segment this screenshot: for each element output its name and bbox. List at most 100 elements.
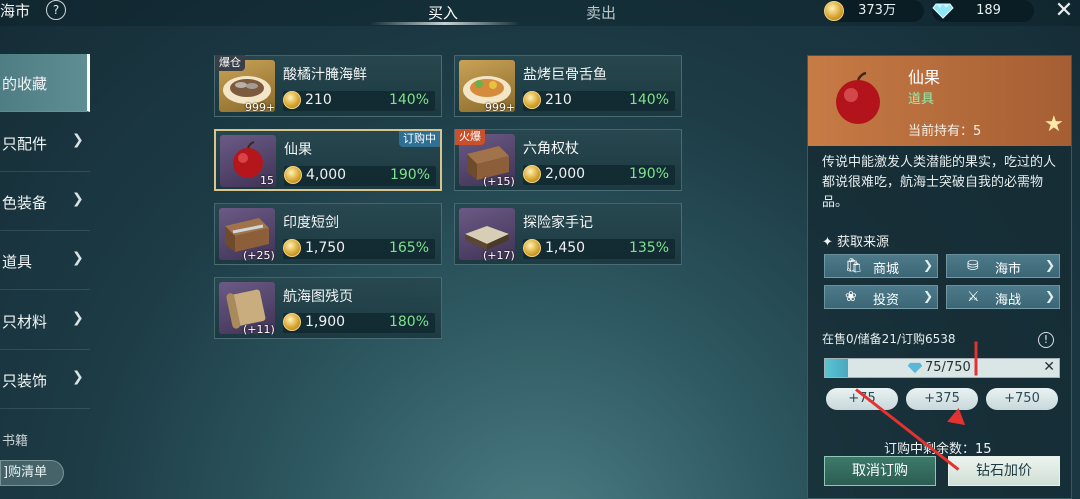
chevron-right-icon: ❯	[1044, 289, 1055, 303]
item-name: 六角权杖	[523, 141, 579, 157]
favorite-star-icon[interactable]: ★	[1044, 112, 1064, 137]
item-percent: 135%	[628, 240, 669, 256]
item-quantity: 999+	[245, 101, 276, 114]
source-label: 投资	[873, 293, 900, 308]
diamond-progress-bar: 75/750 ✕	[824, 358, 1060, 378]
sidebar-item-parts[interactable]: 只配件 ❯	[0, 114, 90, 172]
item-quantity: (+15)	[483, 175, 515, 188]
detail-item-type: 道具	[908, 92, 935, 107]
clear-icon[interactable]: ✕	[1043, 359, 1055, 375]
item-price: 1,900	[305, 314, 346, 330]
sidebar-item-books[interactable]: 书籍	[0, 410, 90, 449]
item-price: 1,750	[305, 240, 346, 256]
coin-icon	[824, 0, 844, 21]
diamond-balance: 189	[932, 0, 1034, 22]
sidebar-item-materials[interactable]: 只材料 ❯	[0, 292, 90, 350]
sidebar-item-label: 道具	[2, 253, 33, 271]
item-percent: 165%	[388, 240, 429, 256]
source-label: 商城	[873, 262, 900, 277]
item-price: 2,000	[545, 166, 586, 182]
item-quantity: 999+	[485, 101, 516, 114]
stock-info: 在售0/储备21/订购6538	[822, 332, 956, 346]
sidebar-item-props[interactable]: 道具 ❯	[0, 232, 90, 290]
tab-buy-underline	[370, 22, 520, 25]
sidebar-item-label: 只材料	[2, 313, 48, 331]
coin-amount: 373万	[858, 3, 896, 18]
item-name: 酸橘汁腌海鲜	[283, 67, 367, 83]
item-card[interactable]: (+11) 航海图残页 1,900 180%	[214, 277, 442, 339]
item-name: 盐烤巨骨舌鱼	[523, 67, 607, 83]
chevron-right-icon: ❯	[72, 310, 84, 326]
buy-list-button[interactable]: ]购清单	[0, 460, 64, 486]
item-card-selected[interactable]: 订购中 15 仙果 4,000 190%	[214, 129, 442, 191]
diamond-amount: 189	[976, 3, 1001, 18]
coin-icon	[523, 165, 541, 183]
page-title: 海市	[0, 2, 31, 20]
price-row: 1,750 165%	[283, 239, 435, 259]
source-label: 海战	[995, 293, 1022, 308]
source-button-invest[interactable]: ❀ 投资 ❯	[824, 285, 938, 309]
coin-balance: 373万	[824, 0, 924, 22]
diamond-icon	[932, 3, 954, 19]
shop-bag-icon: 🛍	[845, 258, 863, 274]
status-badge: 爆仓	[215, 55, 245, 71]
tab-sell[interactable]: 卖出	[586, 2, 616, 23]
annotation-arrow	[974, 341, 978, 376]
price-row: 1,450 135%	[523, 239, 675, 259]
sidebar-item-favorites[interactable]: 的收藏	[0, 54, 90, 112]
detail-item-name: 仙果	[908, 68, 941, 87]
hot-badge: 火爆	[455, 129, 485, 145]
source-title: ✦ 获取来源	[822, 235, 890, 250]
sidebar-item-label: 的收藏	[2, 75, 48, 93]
info-icon[interactable]: !	[1038, 332, 1054, 348]
item-card[interactable]: 爆仓 999+ 酸橘汁腌海鲜 210 140%	[214, 55, 442, 117]
progress-text: 75/750	[925, 360, 971, 375]
price-row: 1,900 180%	[283, 313, 435, 333]
help-icon[interactable]: ?	[46, 0, 66, 20]
item-card[interactable]: (+25) 印度短剑 1,750 165%	[214, 203, 442, 265]
increment-750-button[interactable]: +750	[986, 388, 1058, 410]
item-name: 印度短剑	[283, 215, 339, 231]
item-price: 4,000	[306, 167, 347, 183]
market-icon: ⛁	[967, 258, 979, 274]
diamond-raise-button[interactable]: 钻石加价	[948, 456, 1060, 486]
chevron-right-icon: ❯	[1044, 258, 1055, 272]
coin-icon	[283, 313, 301, 331]
item-percent: 190%	[628, 166, 669, 182]
sidebar-item-label: 书籍	[2, 434, 29, 449]
item-name: 航海图残页	[283, 289, 353, 305]
item-card[interactable]: (+17) 探险家手记 1,450 135%	[454, 203, 682, 265]
source-button-market[interactable]: ⛁ 海市 ❯	[946, 254, 1060, 278]
source-button-mall[interactable]: 🛍 商城 ❯	[824, 254, 938, 278]
chevron-right-icon: ❯	[922, 289, 933, 303]
item-quantity: 15	[260, 174, 274, 187]
sidebar-item-decorations[interactable]: 只装饰 ❯	[0, 351, 90, 409]
chevron-right-icon: ❯	[72, 132, 84, 148]
item-card[interactable]: 999+ 盐烤巨骨舌鱼 210 140%	[454, 55, 682, 117]
sidebar-item-label: 只配件	[2, 135, 48, 153]
sidebar-item-equipment[interactable]: 色装备 ❯	[0, 173, 90, 231]
cancel-order-button[interactable]: 取消订购	[824, 456, 936, 486]
item-price: 210	[305, 92, 332, 108]
increment-375-button[interactable]: +375	[906, 388, 978, 410]
item-percent: 140%	[628, 92, 669, 108]
coin-icon	[284, 166, 302, 184]
item-card[interactable]: 火爆 (+15) 六角权杖 2,000 190%	[454, 129, 682, 191]
chevron-right-icon: ❯	[72, 191, 84, 207]
price-row: 4,000 190%	[284, 166, 436, 186]
tab-buy[interactable]: 买入	[428, 2, 458, 23]
crossed-swords-icon: ⚔	[967, 289, 980, 305]
sidebar-item-label: 只装饰	[2, 372, 48, 390]
chevron-right-icon: ❯	[72, 369, 84, 385]
item-quantity: (+25)	[243, 249, 275, 262]
item-percent: 140%	[388, 92, 429, 108]
coin-icon	[283, 239, 301, 257]
item-quantity: (+17)	[483, 249, 515, 262]
price-row: 210 140%	[283, 91, 435, 111]
price-row: 2,000 190%	[523, 165, 675, 185]
item-detail-panel: 仙果 道具 当前持有：5 ★ 传说中能激发人类潜能的果实，吃过的人都说很难吃，航…	[807, 55, 1072, 499]
detail-description: 传说中能激发人类潜能的果实，吃过的人都说很难吃，航海士突破自我的必需物品。	[822, 155, 1057, 210]
source-button-naval-battle[interactable]: ⚔ 海战 ❯	[946, 285, 1060, 309]
close-icon[interactable]: ✕	[1052, 0, 1076, 24]
item-quantity: (+11)	[243, 323, 275, 336]
